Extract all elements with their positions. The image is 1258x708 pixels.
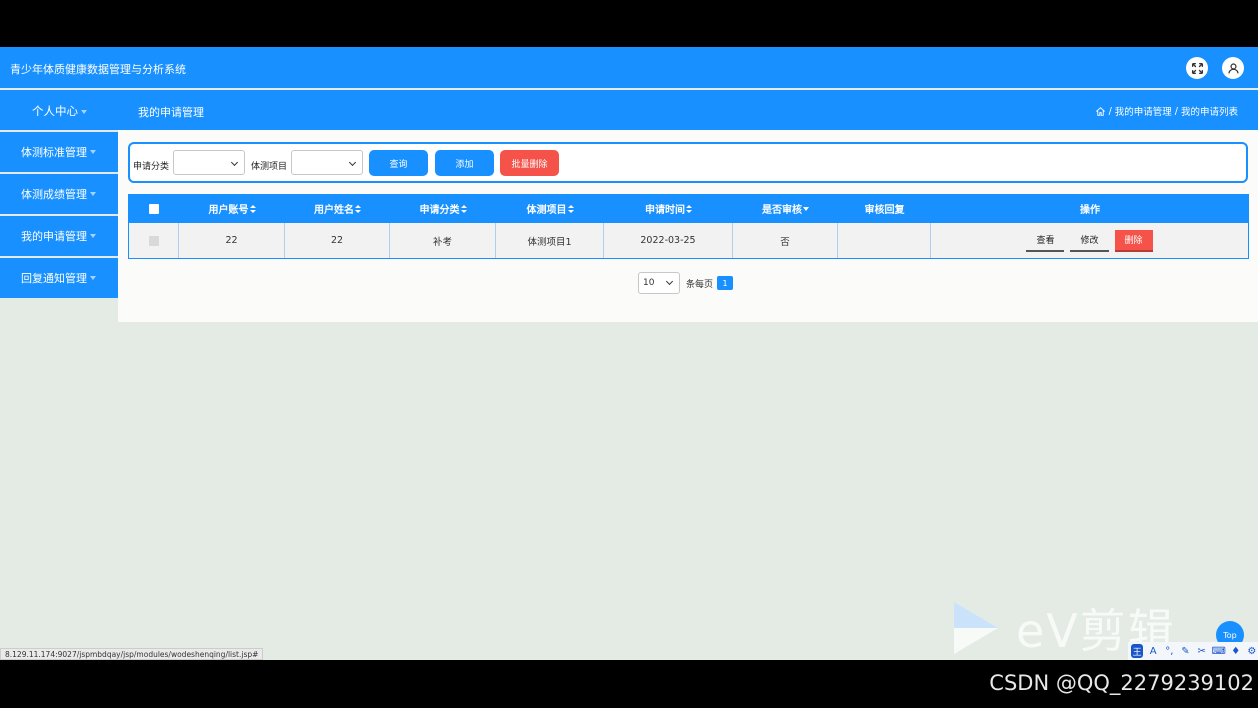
punctuation-icon[interactable]: °, <box>1163 644 1175 658</box>
column-label: 操作 <box>1080 205 1100 216</box>
current-page-title: 我的申请管理 <box>138 106 204 119</box>
top-header: 青少年体质健康数据管理与分析系统 <box>0 47 1258 88</box>
chevron-down-icon <box>81 109 87 114</box>
row-select-cell <box>129 223 179 258</box>
delete-button[interactable]: 删除 <box>1114 229 1153 252</box>
user-icon[interactable] <box>1222 57 1244 79</box>
sort-icon <box>567 204 574 213</box>
play-logo-icon <box>954 602 998 654</box>
nav-bar: 个人中心 我的申请管理 / 我的申请管理 / 我的申请列表 <box>0 90 1258 130</box>
sidebar-item-my-applications[interactable]: 我的申请管理 <box>0 216 118 256</box>
ime-mode-icon[interactable]: 王 <box>1131 644 1144 658</box>
column-label: 申请分类 <box>419 205 460 216</box>
sort-icon <box>460 204 467 213</box>
shirt-icon[interactable]: ♦ <box>1230 644 1242 658</box>
sidebar-item-label: 体测标准管理 <box>21 146 87 159</box>
pagination: 10 条每页 1 <box>638 272 734 294</box>
project-label: 体测项目 <box>251 162 288 172</box>
ime-toolbar: 王 A °, ✎ ✂ ⌨ ♦ ⚙ <box>1128 642 1258 660</box>
status-bar-url: 8.129.11.174:9027/jspmbdqay/jsp/modules/… <box>0 648 264 660</box>
edit-button[interactable]: 修改 <box>1070 229 1109 252</box>
sidebar: 体测标准管理 体测成绩管理 我的申请管理 回复通知管理 <box>0 132 118 300</box>
column-header-reply: 审核回复 <box>838 194 931 223</box>
chevron-down-icon <box>90 276 96 280</box>
batch-delete-button[interactable]: 批量删除 <box>500 150 559 176</box>
per-page-label: 条每页 <box>686 279 714 290</box>
ime-letter-icon[interactable]: A <box>1147 644 1159 658</box>
column-label: 审核回复 <box>864 205 905 216</box>
view-button[interactable]: 查看 <box>1026 229 1065 252</box>
column-header-time[interactable]: 申请时间 <box>604 194 733 223</box>
applications-table: 用户账号 用户姓名 申请分类 体测项目 申请时间 是否审核 审核回复 操作 22… <box>128 194 1249 259</box>
column-label: 体测项目 <box>526 205 567 216</box>
gear-icon[interactable]: ⚙ <box>1246 644 1258 658</box>
column-header-name[interactable]: 用户姓名 <box>285 194 390 223</box>
select-all-cell <box>128 194 179 223</box>
pen-icon[interactable]: ✎ <box>1179 644 1191 658</box>
app-screen: 青少年体质健康数据管理与分析系统 个人中心 我的申请管理 / 我的申请管理 / … <box>0 47 1258 660</box>
main-content: 申请分类 体测项目 查询 添加 批量删除 用户账号 用户姓名 申请分类 体测项目… <box>118 130 1258 322</box>
sort-icon <box>355 204 361 213</box>
cell-account: 22 <box>179 223 285 258</box>
breadcrumb-item-application-list: 我的申请列表 <box>1180 107 1238 118</box>
category-label: 申请分类 <box>133 162 170 172</box>
column-label: 申请时间 <box>645 205 685 216</box>
column-header-account[interactable]: 用户账号 <box>179 194 285 223</box>
breadcrumb-sep: / <box>1108 105 1112 117</box>
cell-reply <box>838 223 931 258</box>
cell-actions: 查看 修改 删除 <box>931 223 1248 258</box>
page-number-current[interactable]: 1 <box>717 276 734 290</box>
select-all-checkbox[interactable] <box>148 203 159 214</box>
column-header-category[interactable]: 申请分类 <box>390 194 496 223</box>
category-select[interactable] <box>173 150 245 175</box>
page-size-select[interactable]: 10 <box>638 272 680 294</box>
keyboard-icon[interactable]: ⌨ <box>1211 644 1225 658</box>
row-checkbox[interactable] <box>148 235 159 246</box>
fullscreen-icon[interactable] <box>1186 57 1208 79</box>
sort-desc-icon <box>803 206 809 211</box>
app-title: 青少年体质健康数据管理与分析系统 <box>10 63 186 76</box>
cell-time: 2022-03-25 <box>604 223 733 258</box>
sidebar-item-test-standards[interactable]: 体测标准管理 <box>0 132 118 172</box>
cell-project: 体测项目1 <box>496 223 604 258</box>
sidebar-item-label: 回复通知管理 <box>21 272 87 285</box>
cell-category: 补考 <box>390 223 496 258</box>
column-header-project[interactable]: 体测项目 <box>496 194 604 223</box>
breadcrumb: / 我的申请管理 / 我的申请列表 <box>1095 104 1238 118</box>
query-button[interactable]: 查询 <box>369 150 428 176</box>
cell-reviewed: 否 <box>733 223 838 258</box>
home-icon[interactable] <box>1095 106 1106 117</box>
sort-icon <box>686 204 692 213</box>
csdn-watermark: CSDN @QQ_2279239102 <box>989 671 1254 695</box>
table-row: 22 22 补考 体测项目1 2022-03-25 否 查看 修改 删除 <box>128 223 1249 259</box>
chevron-down-icon <box>90 192 96 196</box>
sidebar-item-test-scores[interactable]: 体测成绩管理 <box>0 174 118 214</box>
sidebar-item-reply-notices[interactable]: 回复通知管理 <box>0 258 118 298</box>
breadcrumb-item-my-applications[interactable]: 我的申请管理 <box>1115 104 1172 118</box>
column-header-actions: 操作 <box>931 194 1249 223</box>
column-label: 是否审核 <box>762 205 802 216</box>
scissors-icon[interactable]: ✂ <box>1196 644 1208 658</box>
add-button[interactable]: 添加 <box>435 150 494 176</box>
chevron-down-icon <box>90 150 96 154</box>
cell-name: 22 <box>285 223 390 258</box>
column-header-reviewed[interactable]: 是否审核 <box>733 194 838 223</box>
breadcrumb-sep: / <box>1174 105 1178 117</box>
sort-icon <box>249 204 256 213</box>
search-form: 申请分类 体测项目 查询 添加 批量删除 <box>128 142 1248 183</box>
table-header: 用户账号 用户姓名 申请分类 体测项目 申请时间 是否审核 审核回复 操作 <box>128 194 1249 223</box>
sidebar-item-label: 体测成绩管理 <box>21 188 87 201</box>
column-label: 用户姓名 <box>314 205 354 216</box>
project-select[interactable] <box>291 150 363 175</box>
personal-center-label: 个人中心 <box>32 104 78 118</box>
chevron-down-icon <box>90 234 96 238</box>
personal-center-menu[interactable]: 个人中心 <box>32 103 87 119</box>
column-label: 用户账号 <box>208 205 249 216</box>
sidebar-item-label: 我的申请管理 <box>21 230 87 243</box>
